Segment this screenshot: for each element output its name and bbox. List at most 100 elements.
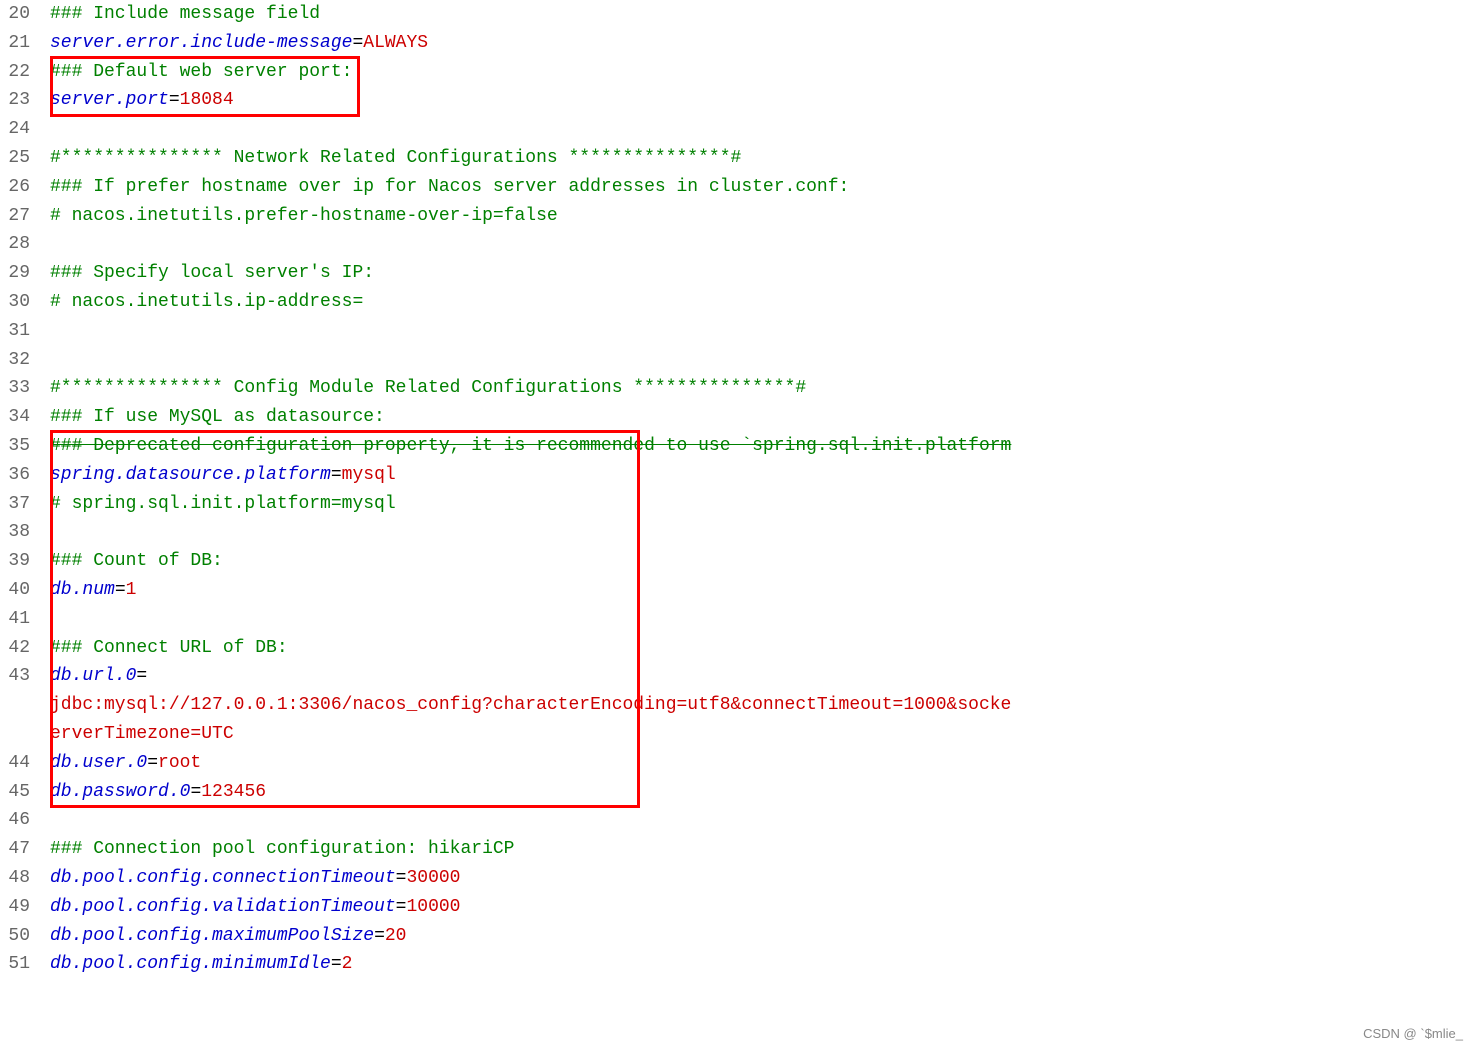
code-line: 49db.pool.config.validationTimeout=10000 bbox=[0, 893, 1479, 922]
line-number: 48 bbox=[0, 864, 50, 893]
code-line: 36spring.datasource.platform=mysql bbox=[0, 461, 1479, 490]
code-token: root bbox=[158, 753, 201, 773]
line-content: # nacos.inetutils.ip-address= bbox=[50, 288, 1479, 317]
code-token: server.port bbox=[50, 90, 169, 110]
line-content: #*************** Config Module Related C… bbox=[50, 374, 1479, 403]
code-token: ### Connect URL of DB: bbox=[50, 638, 288, 658]
code-token: db.pool.config.validationTimeout bbox=[50, 897, 396, 917]
line-number: 41 bbox=[0, 605, 50, 634]
code-line: jdbc:mysql://127.0.0.1:3306/nacos_config… bbox=[0, 691, 1479, 720]
line-content: ### Connection pool configuration: hikar… bbox=[50, 835, 1479, 864]
code-token: ### Default web server port: bbox=[50, 62, 352, 82]
code-token: server.error.include-message bbox=[50, 33, 352, 53]
line-content: ### If use MySQL as datasource: bbox=[50, 403, 1479, 432]
code-token: = bbox=[331, 465, 342, 485]
line-number: 51 bbox=[0, 950, 50, 979]
watermark: CSDN @ `$mlie_ bbox=[1363, 1024, 1463, 1045]
code-token: = bbox=[396, 897, 407, 917]
line-content: ### Deprecated configuration property, i… bbox=[50, 432, 1479, 461]
code-line: 32 bbox=[0, 346, 1479, 375]
code-token: spring.datasource.platform bbox=[50, 465, 331, 485]
line-number: 35 bbox=[0, 432, 50, 461]
code-token: 18084 bbox=[180, 90, 234, 110]
line-number: 45 bbox=[0, 778, 50, 807]
code-line: 29### Specify local server's IP: bbox=[0, 259, 1479, 288]
code-token: ### If prefer hostname over ip for Nacos… bbox=[50, 177, 849, 197]
line-number: 38 bbox=[0, 518, 50, 547]
code-line: 34### If use MySQL as datasource: bbox=[0, 403, 1479, 432]
line-content: spring.datasource.platform=mysql bbox=[50, 461, 1479, 490]
code-token: ### Connection pool configuration: hikar… bbox=[50, 839, 514, 859]
code-token: ### Include message field bbox=[50, 4, 320, 24]
line-number: 46 bbox=[0, 806, 50, 835]
line-content: db.num=1 bbox=[50, 576, 1479, 605]
line-content bbox=[50, 806, 1479, 835]
code-line: 21server.error.include-message=ALWAYS bbox=[0, 29, 1479, 58]
line-content: db.password.0=123456 bbox=[50, 778, 1479, 807]
code-line: 30# nacos.inetutils.ip-address= bbox=[0, 288, 1479, 317]
line-content: erverTimezone=UTC bbox=[50, 720, 1479, 749]
code-token: 10000 bbox=[406, 897, 460, 917]
line-number: 34 bbox=[0, 403, 50, 432]
code-token: # nacos.inetutils.ip-address= bbox=[50, 292, 363, 312]
code-token: ### Count of DB: bbox=[50, 551, 223, 571]
code-line: 39### Count of DB: bbox=[0, 547, 1479, 576]
line-content: # nacos.inetutils.prefer-hostname-over-i… bbox=[50, 202, 1479, 231]
code-token: = bbox=[190, 782, 201, 802]
code-line: 26### If prefer hostname over ip for Nac… bbox=[0, 173, 1479, 202]
code-token: = bbox=[396, 868, 407, 888]
code-token: ALWAYS bbox=[363, 33, 428, 53]
code-line: 20### Include message field bbox=[0, 0, 1479, 29]
line-number: 33 bbox=[0, 374, 50, 403]
code-line: 42### Connect URL of DB: bbox=[0, 634, 1479, 663]
code-line: erverTimezone=UTC bbox=[0, 720, 1479, 749]
code-token: = bbox=[115, 580, 126, 600]
line-number: 37 bbox=[0, 490, 50, 519]
code-line: 23server.port=18084 bbox=[0, 86, 1479, 115]
line-number: 47 bbox=[0, 835, 50, 864]
code-token: erverTimezone=UTC bbox=[50, 724, 234, 744]
line-number: 43 bbox=[0, 662, 50, 691]
code-token: = bbox=[169, 90, 180, 110]
line-content: server.port=18084 bbox=[50, 86, 1479, 115]
line-number: 28 bbox=[0, 230, 50, 259]
code-token: = bbox=[136, 666, 147, 686]
code-token: db.password.0 bbox=[50, 782, 190, 802]
code-line: 31 bbox=[0, 317, 1479, 346]
line-content bbox=[50, 317, 1479, 346]
code-token: db.num bbox=[50, 580, 115, 600]
code-token: # spring.sql.init.platform=mysql bbox=[50, 494, 396, 514]
line-content bbox=[50, 346, 1479, 375]
line-number: 22 bbox=[0, 58, 50, 87]
code-line: 38 bbox=[0, 518, 1479, 547]
code-token: jdbc:mysql://127.0.0.1:3306/nacos_config… bbox=[50, 695, 1011, 715]
code-line: 43db.url.0= bbox=[0, 662, 1479, 691]
line-number: 21 bbox=[0, 29, 50, 58]
code-token: # nacos.inetutils.prefer-hostname-over-i… bbox=[50, 206, 558, 226]
code-line: 24 bbox=[0, 115, 1479, 144]
line-content bbox=[50, 115, 1479, 144]
line-number: 32 bbox=[0, 346, 50, 375]
code-token: ### Specify local server's IP: bbox=[50, 263, 374, 283]
code-line: 35### Deprecated configuration property,… bbox=[0, 432, 1479, 461]
line-content bbox=[50, 605, 1479, 634]
code-token: mysql bbox=[342, 465, 396, 485]
line-content: #*************** Network Related Configu… bbox=[50, 144, 1479, 173]
code-token: 123456 bbox=[201, 782, 266, 802]
line-content: jdbc:mysql://127.0.0.1:3306/nacos_config… bbox=[50, 691, 1479, 720]
code-token: 2 bbox=[342, 954, 353, 974]
line-number: 26 bbox=[0, 173, 50, 202]
code-line: 46 bbox=[0, 806, 1479, 835]
line-number: 29 bbox=[0, 259, 50, 288]
code-line: 33#*************** Config Module Related… bbox=[0, 374, 1479, 403]
line-content: ### Connect URL of DB: bbox=[50, 634, 1479, 663]
line-number: 39 bbox=[0, 547, 50, 576]
code-line: 27# nacos.inetutils.prefer-hostname-over… bbox=[0, 202, 1479, 231]
code-line: 22### Default web server port: bbox=[0, 58, 1479, 87]
code-token: db.pool.config.maximumPoolSize bbox=[50, 926, 374, 946]
line-content: # spring.sql.init.platform=mysql bbox=[50, 490, 1479, 519]
code-token: = bbox=[331, 954, 342, 974]
code-line: 40db.num=1 bbox=[0, 576, 1479, 605]
code-token: db.user.0 bbox=[50, 753, 147, 773]
code-line: 45db.password.0=123456 bbox=[0, 778, 1479, 807]
